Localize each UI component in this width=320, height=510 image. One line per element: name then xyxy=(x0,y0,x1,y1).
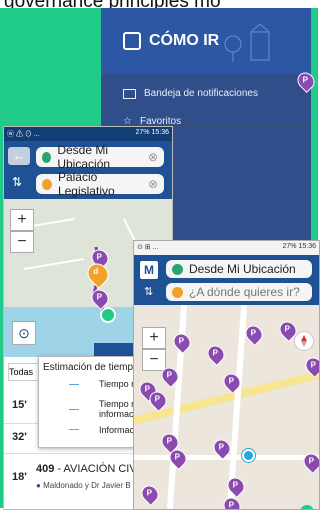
screenshot-search: ⊙ ⊞ ... 27% 15:36 M Desde Mi Ubicación ⇅… xyxy=(133,240,320,510)
compass-icon[interactable] xyxy=(294,331,314,351)
legend-line-icon xyxy=(69,429,79,430)
row-time: 32' xyxy=(12,431,27,443)
my-location-icon xyxy=(242,449,255,462)
mail-icon xyxy=(123,88,136,99)
destination-field[interactable]: Palacio Legislativo ⊗ xyxy=(36,170,164,198)
row-time: 15' xyxy=(12,399,27,411)
destination-text: Palacio Legislativo xyxy=(57,170,115,198)
clear-icon[interactable]: ⊗ xyxy=(148,150,158,164)
destination-placeholder: ¿A dónde quieres ir? xyxy=(189,285,300,299)
origin-dot-icon xyxy=(42,151,52,163)
search-map[interactable]: + − P P P P P P P P P P P P P P P P o xyxy=(134,305,319,509)
zoom-out-button[interactable]: − xyxy=(10,231,34,253)
stop-pin-icon: ● xyxy=(36,481,41,490)
bus-stop-pin-icon[interactable]: P xyxy=(299,449,319,475)
menu-title-text: CÓMO IR xyxy=(149,32,220,49)
city-illustration-icon xyxy=(221,22,281,66)
status-bar: ⊙ ⊞ ... 27% 15:36 xyxy=(134,241,319,255)
legend-line-icon xyxy=(69,384,79,385)
zoom-in-button[interactable]: + xyxy=(142,327,166,349)
origin-dot-icon xyxy=(172,263,183,275)
route-line-label: 409 - AVIACIÓN CIVIL xyxy=(36,463,146,475)
my-location-icon[interactable] xyxy=(100,307,116,323)
destination-dot-icon xyxy=(42,178,52,190)
destination-pin-icon[interactable]: d xyxy=(83,259,113,289)
zoom-in-button[interactable]: + xyxy=(10,209,34,231)
status-clock: 27% 15:36 xyxy=(282,243,316,250)
route-stop: ● Maldonado y Dr Javier B xyxy=(36,481,131,490)
bus-stop-pin-icon[interactable]: P xyxy=(203,341,229,367)
bus-stop-pin-icon[interactable]: P xyxy=(87,285,113,311)
popup-title: Estimación de tiempo xyxy=(43,362,139,373)
destination-field[interactable]: ¿A dónde quieres ir? xyxy=(166,283,312,301)
menu-title: CÓMO IR xyxy=(123,32,219,50)
back-arrow-icon[interactable]: ← xyxy=(8,147,30,165)
bus-stop-pin-icon[interactable]: P xyxy=(169,329,195,355)
menu-item-notifications[interactable]: Bandeja de notificaciones xyxy=(123,88,258,99)
destination-dot-icon xyxy=(172,286,183,298)
status-icons: ⊙ ⊞ ... xyxy=(137,244,159,251)
clear-icon[interactable]: ⊗ xyxy=(148,177,158,191)
menu-pin-icon: P xyxy=(293,68,319,94)
origin-text: Desde Mi Ubicación xyxy=(189,262,296,276)
filter-todas[interactable]: Todas xyxy=(8,363,40,381)
swap-icon[interactable]: ⇅ xyxy=(12,175,22,189)
search-header: M Desde Mi Ubicación ⇅ ¿A dónde quieres … xyxy=(134,255,319,305)
status-clock: 27% 15:36 xyxy=(135,129,169,136)
bus-stop-pin-icon[interactable]: P xyxy=(137,481,163,507)
origin-text: Desde Mi Ubicación xyxy=(57,143,111,171)
status-icons: ⓦ ⚠ ⊙ ... xyxy=(7,131,40,138)
locate-me-button[interactable]: ⊙ xyxy=(12,321,36,345)
route-header: ← Desde Mi Ubicación ⊗ ⇅ Palacio Legisla… xyxy=(4,141,172,199)
status-bar: ⓦ ⚠ ⊙ ... 27% 15:36 xyxy=(4,127,172,141)
menu-item-label: Bandeja de notificaciones xyxy=(144,88,258,99)
bus-stop-pin-icon[interactable]: P xyxy=(241,321,267,347)
bus-icon xyxy=(123,32,141,50)
swap-icon[interactable]: ⇅ xyxy=(144,285,153,298)
row-time: 18' xyxy=(12,471,27,483)
legend-line-icon xyxy=(69,409,79,410)
origin-field[interactable]: Desde Mi Ubicación ⊗ xyxy=(36,143,164,171)
origin-field[interactable]: Desde Mi Ubicación xyxy=(166,260,312,278)
route-number: 409 xyxy=(36,463,55,475)
app-logo-icon: M xyxy=(140,261,158,279)
